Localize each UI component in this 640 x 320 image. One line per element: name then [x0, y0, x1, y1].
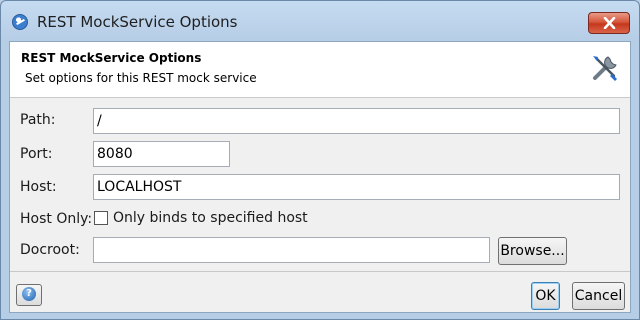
dialog-window: REST MockService Options REST MockServic… — [0, 0, 640, 320]
cancel-button[interactable]: Cancel — [572, 282, 625, 310]
host-only-label: Host Only: — [20, 211, 93, 227]
tools-icon — [593, 56, 617, 81]
browse-button[interactable]: Browse... — [498, 237, 567, 265]
path-input[interactable]: / — [93, 108, 620, 134]
footer-divider — [10, 271, 630, 272]
close-button[interactable] — [588, 12, 630, 34]
help-icon: ? — [22, 287, 36, 301]
port-label: Port: — [20, 146, 53, 162]
window-title: REST MockService Options — [37, 13, 238, 31]
docroot-label: Docroot: — [20, 242, 80, 258]
dialog-header: REST MockService Options Set options for… — [10, 42, 630, 98]
soapui-icon — [12, 14, 28, 30]
help-button[interactable]: ? — [16, 284, 42, 306]
title-bar[interactable]: REST MockService Options — [1, 1, 639, 41]
host-input[interactable]: LOCALHOST — [93, 174, 620, 200]
docroot-input[interactable] — [93, 237, 490, 263]
path-label: Path: — [20, 112, 56, 128]
port-input[interactable]: 8080 — [93, 141, 230, 167]
host-label: Host: — [20, 179, 57, 195]
close-icon — [603, 17, 616, 29]
dialog-body: REST MockService Options Set options for… — [9, 41, 631, 313]
ok-button[interactable]: OK — [531, 282, 560, 310]
host-only-checkbox-label[interactable]: Only binds to specified host — [113, 210, 308, 226]
header-title: REST MockService Options — [21, 51, 202, 65]
header-subtitle: Set options for this REST mock service — [25, 71, 257, 85]
host-only-checkbox[interactable] — [94, 211, 108, 225]
